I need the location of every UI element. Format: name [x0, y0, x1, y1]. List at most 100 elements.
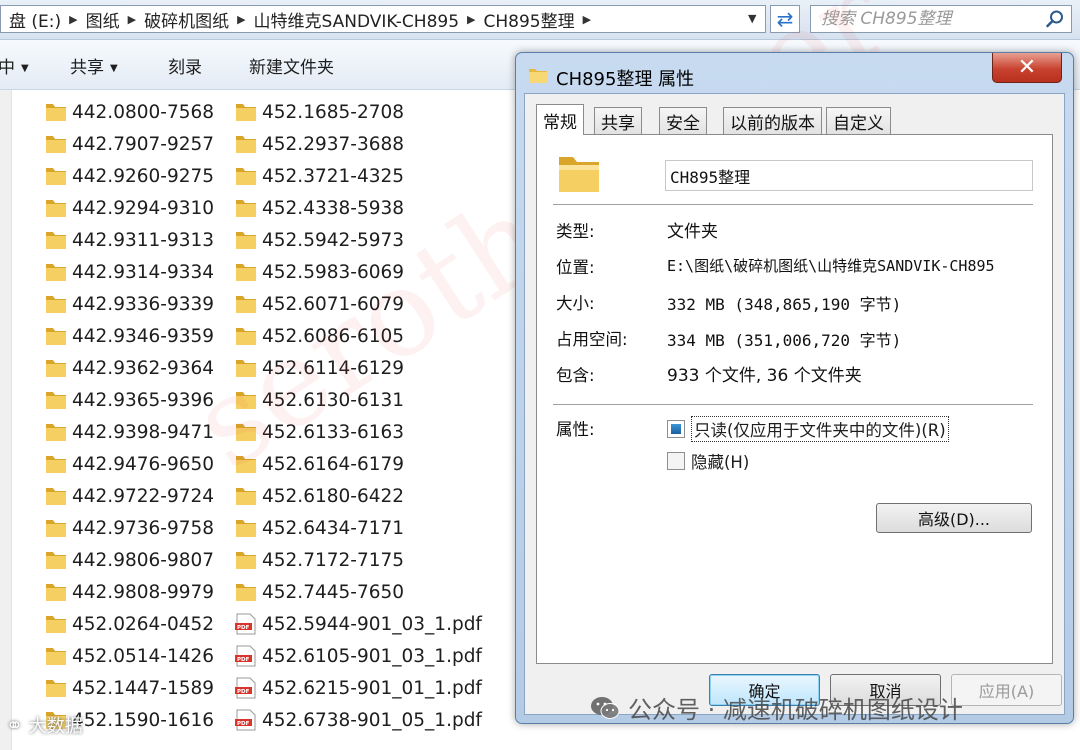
folder-item[interactable]: 452.6133-6163 [234, 416, 404, 448]
folder-item[interactable]: 442.9806-9807 [44, 544, 214, 576]
breadcrumb-drawings[interactable]: 图纸 [78, 7, 128, 32]
navigation-pane-scrollbar[interactable] [0, 90, 12, 750]
size-value: 332 MB (348,865,190 字节) [667, 295, 902, 314]
folder-icon [529, 69, 547, 83]
search-box[interactable] [810, 5, 1072, 33]
breadcrumb-drive[interactable]: 盘 (E:) [1, 7, 69, 32]
folder-item[interactable]: 442.9398-9471 [44, 416, 214, 448]
chevron-right-icon[interactable]: ▶ [128, 13, 136, 26]
folder-icon [44, 133, 68, 155]
folder-icon [234, 517, 258, 539]
folder-item[interactable]: 452.6071-6079 [234, 288, 404, 320]
burn-button[interactable]: 刻录 [168, 53, 202, 78]
file-name: 452.6164-6179 [262, 453, 405, 475]
folder-icon [234, 421, 258, 443]
chevron-right-icon[interactable]: ▶ [69, 13, 77, 26]
hidden-checkbox-row[interactable]: 隐藏(H) [667, 449, 749, 473]
tab-security[interactable]: 安全 [659, 107, 707, 134]
file-name: 452.6738-901_05_1.pdf [262, 709, 482, 731]
folder-item[interactable]: 442.9346-9359 [44, 320, 214, 352]
folder-item[interactable]: 452.6086-6105 [234, 320, 404, 352]
breadcrumb-crusher-drawings[interactable]: 破碎机图纸 [136, 7, 237, 32]
breadcrumb-sandvik[interactable]: 山特维克SANDVIK-CH895 [246, 7, 468, 32]
share-with-menu[interactable]: 共享 ▼ [70, 53, 118, 78]
wechat-icon [591, 696, 620, 719]
folder-item[interactable]: 442.9722-9724 [44, 480, 214, 512]
chevron-right-icon[interactable]: ▶ [237, 13, 245, 26]
pdf-file-item[interactable]: PDF 452.6105-901_03_1.pdf [234, 640, 482, 672]
search-input[interactable] [811, 6, 1041, 32]
folder-item[interactable]: 452.3721-4325 [234, 160, 404, 192]
chevron-right-icon[interactable]: ▶ [467, 13, 475, 26]
include-in-library-menu[interactable]: 中 ▼ [0, 53, 29, 78]
folder-icon [44, 517, 68, 539]
close-button[interactable]: ✕ [992, 53, 1062, 83]
file-name: 442.9806-9807 [72, 549, 215, 571]
readonly-checkbox-row[interactable]: 只读(仅应用于文件夹中的文件)(R) [667, 416, 949, 442]
file-name: 442.9808-9979 [72, 581, 215, 603]
folder-item[interactable]: 452.1447-1589 [44, 672, 214, 704]
menu-label: 刻录 [168, 58, 202, 78]
pdf-file-item[interactable]: PDF 452.5944-901_03_1.pdf [234, 608, 482, 640]
new-folder-button[interactable]: 新建文件夹 [249, 53, 334, 78]
folder-item[interactable]: 442.9362-9364 [44, 352, 214, 384]
folder-item[interactable]: 452.0514-1426 [44, 640, 214, 672]
folder-item[interactable]: 442.9294-9310 [44, 192, 214, 224]
readonly-checkbox[interactable] [667, 420, 685, 438]
folder-item[interactable]: 452.4338-5938 [234, 192, 404, 224]
file-name: 452.7445-7650 [262, 581, 405, 603]
folder-item[interactable]: 452.6130-6131 [234, 384, 404, 416]
chevron-right-icon[interactable]: ▶ [583, 13, 591, 26]
folder-name-field[interactable] [665, 160, 1033, 191]
folder-item[interactable]: 442.9260-9275 [44, 160, 214, 192]
folder-icon [234, 389, 258, 411]
folder-item[interactable]: 442.9736-9758 [44, 512, 214, 544]
breadcrumb-current[interactable]: CH895整理 [476, 7, 583, 32]
pdf-file-item[interactable]: PDF 452.6738-901_05_1.pdf [234, 704, 482, 736]
breadcrumb[interactable]: 盘 (E:) ▶ 图纸 ▶ 破碎机图纸 ▶ 山特维克SANDVIK-CH895 … [0, 5, 766, 33]
folder-item[interactable]: 452.7445-7650 [234, 576, 404, 608]
folder-item[interactable]: 452.6434-7171 [234, 512, 404, 544]
apply-button[interactable]: 应用(A) [951, 674, 1062, 706]
search-icon[interactable] [1045, 9, 1065, 29]
hidden-checkbox[interactable] [667, 452, 685, 470]
folder-item[interactable]: 452.5983-6069 [234, 256, 404, 288]
folder-item[interactable]: 442.9314-9334 [44, 256, 214, 288]
hidden-label[interactable]: 隐藏(H) [691, 449, 749, 473]
readonly-label[interactable]: 只读(仅应用于文件夹中的文件)(R) [691, 416, 949, 442]
pdf-file-item[interactable]: PDF 452.6215-901_01_1.pdf [234, 672, 482, 704]
folder-icon [44, 485, 68, 507]
folder-item[interactable]: 452.7172-7175 [234, 544, 404, 576]
corner-watermark: ⚭ 大数据 [6, 712, 83, 738]
folder-item[interactable]: 442.9808-9979 [44, 576, 214, 608]
folder-item[interactable]: 442.7907-9257 [44, 128, 214, 160]
tab-customize[interactable]: 自定义 [826, 107, 891, 134]
folder-item[interactable]: 452.6180-6422 [234, 480, 404, 512]
menu-label: 共享 [70, 58, 104, 78]
location-value: E:\图纸\破碎机图纸\山特维克SANDVIK-CH895 [667, 257, 995, 275]
folder-item[interactable]: 442.0800-7568 [44, 96, 214, 128]
folder-item[interactable]: 442.9311-9313 [44, 224, 214, 256]
folder-item[interactable]: 442.9336-9339 [44, 288, 214, 320]
folder-item[interactable]: 452.6114-6129 [234, 352, 404, 384]
file-name: 442.9736-9758 [72, 517, 215, 539]
folder-item[interactable]: 442.9365-9396 [44, 384, 214, 416]
menu-label: 中 [0, 58, 15, 78]
folder-icon [44, 421, 68, 443]
refresh-button[interactable]: ⇄ [770, 5, 800, 33]
folder-item[interactable]: 452.1685-2708 [234, 96, 404, 128]
chevron-down-icon[interactable]: ▼ [748, 12, 756, 25]
dialog-title: CH895整理 属性 [556, 69, 695, 90]
advanced-button[interactable]: 高级(D)... [876, 503, 1032, 533]
folder-item[interactable]: 442.9476-9650 [44, 448, 214, 480]
tab-sharing[interactable]: 共享 [594, 107, 642, 134]
tab-previous-versions[interactable]: 以前的版本 [723, 107, 822, 134]
folder-item[interactable]: 452.6164-6179 [234, 448, 404, 480]
folder-item[interactable]: 452.2937-3688 [234, 128, 404, 160]
folder-item[interactable]: 452.5942-5973 [234, 224, 404, 256]
folder-icon [234, 101, 258, 123]
file-name: 442.9311-9313 [72, 229, 215, 251]
folder-item[interactable]: 452.0264-0452 [44, 608, 214, 640]
tab-general[interactable]: 常规 [536, 104, 584, 135]
folder-icon [234, 229, 258, 251]
